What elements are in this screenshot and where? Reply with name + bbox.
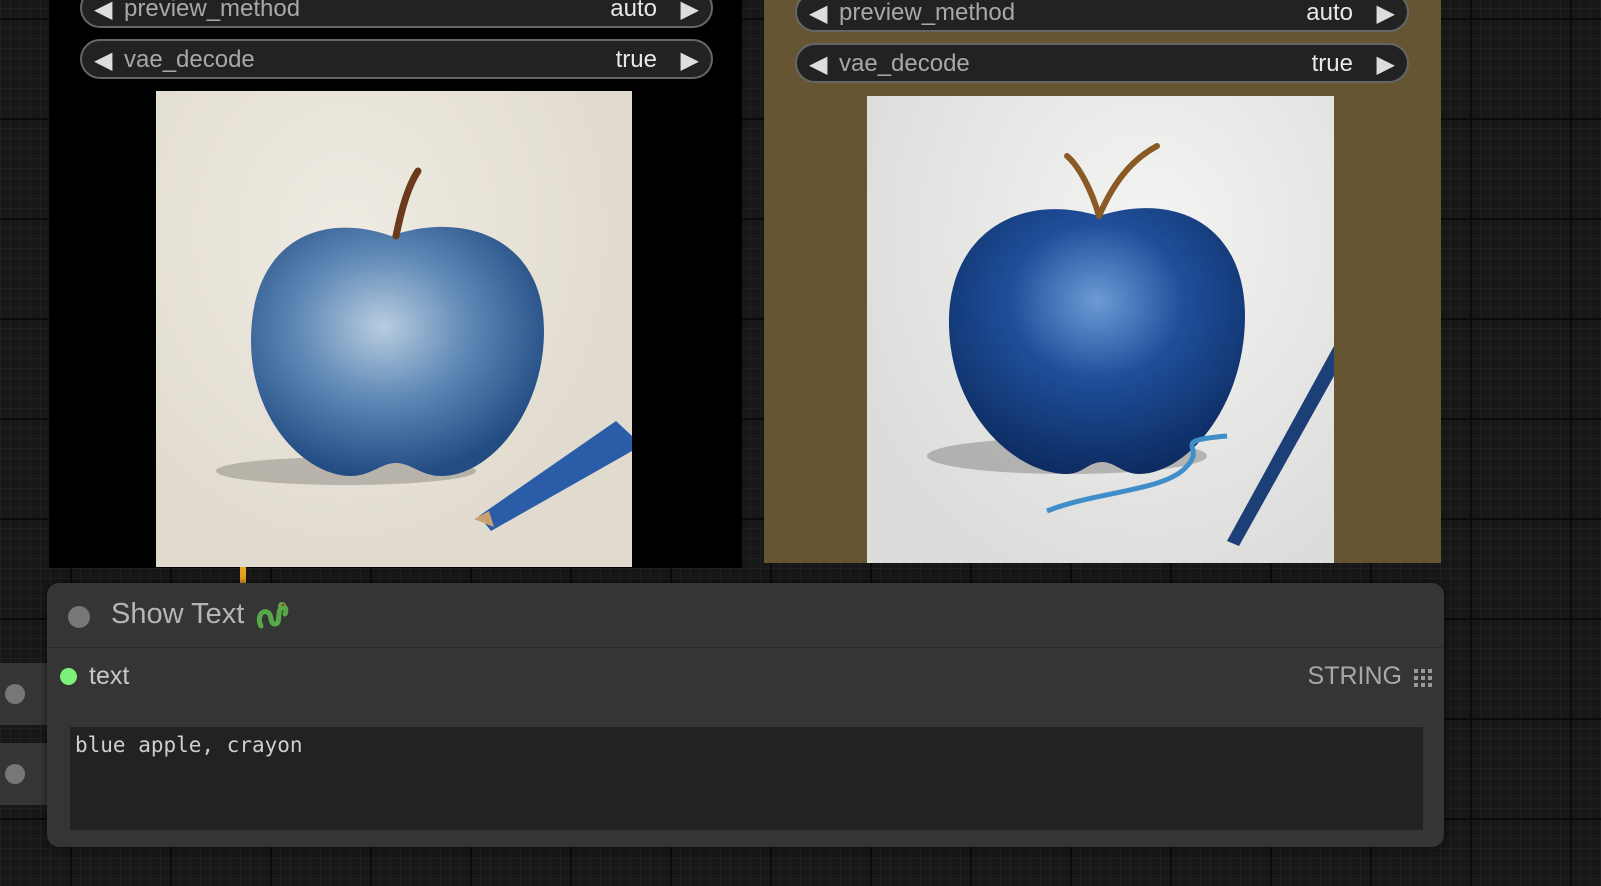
node-title: Show Text [111, 598, 245, 630]
snake-icon [256, 602, 289, 629]
decrement-arrow-icon[interactable]: ◀ [809, 50, 827, 79]
increment-arrow-icon[interactable]: ▶ [1377, 50, 1395, 79]
widget-value: true [1311, 50, 1353, 77]
offscreen-node-stub[interactable] [0, 663, 47, 725]
slot-type-label: STRING [1307, 662, 1402, 690]
collapse-toggle[interactable] [68, 606, 90, 628]
left-preview-node: ◀ preview_method auto ▶ ◀ vae_decode tru… [49, 0, 742, 568]
increment-arrow-icon[interactable]: ▶ [681, 46, 699, 75]
widget-value: true [615, 46, 657, 73]
widget-value: auto [1306, 0, 1353, 26]
widget-name: vae_decode [124, 46, 255, 73]
slot-dot[interactable] [5, 764, 25, 784]
widget-name: vae_decode [839, 50, 970, 77]
grid-icon[interactable] [1414, 669, 1432, 687]
right-preview-node: ◀ preview_method auto ▶ ◀ vae_decode tru… [764, 0, 1441, 563]
glossy-blue-apple-image [927, 143, 1334, 546]
increment-arrow-icon[interactable]: ▶ [1377, 0, 1395, 28]
link-wire[interactable] [240, 567, 246, 583]
vae-decode-widget[interactable]: ◀ vae_decode true ▶ [80, 39, 713, 79]
offscreen-node-stub[interactable] [0, 743, 47, 805]
widget-name: preview_method [124, 0, 301, 22]
slot-dot[interactable] [5, 684, 25, 704]
node-title-bar[interactable]: Show Text [47, 583, 1444, 648]
decrement-arrow-icon[interactable]: ◀ [809, 0, 827, 28]
vae-decode-widget[interactable]: ◀ vae_decode true ▶ [795, 43, 1409, 83]
preview-image[interactable] [867, 96, 1334, 563]
show-text-node[interactable]: Show Text text STRING blue apple, crayon [47, 583, 1444, 847]
preview-method-widget[interactable]: ◀ preview_method auto ▶ [795, 0, 1409, 32]
decrement-arrow-icon[interactable]: ◀ [94, 0, 112, 24]
blue-apple-crayon-image [216, 167, 632, 531]
text-output-area[interactable]: blue apple, crayon [70, 727, 1423, 830]
widget-value: auto [610, 0, 657, 22]
preview-image[interactable] [156, 91, 632, 567]
widget-name: preview_method [839, 0, 1016, 26]
input-slot-label: text [89, 662, 130, 690]
increment-arrow-icon[interactable]: ▶ [681, 0, 699, 24]
decrement-arrow-icon[interactable]: ◀ [94, 46, 112, 75]
input-slot-dot[interactable] [60, 668, 77, 685]
preview-method-widget[interactable]: ◀ preview_method auto ▶ [80, 0, 713, 28]
